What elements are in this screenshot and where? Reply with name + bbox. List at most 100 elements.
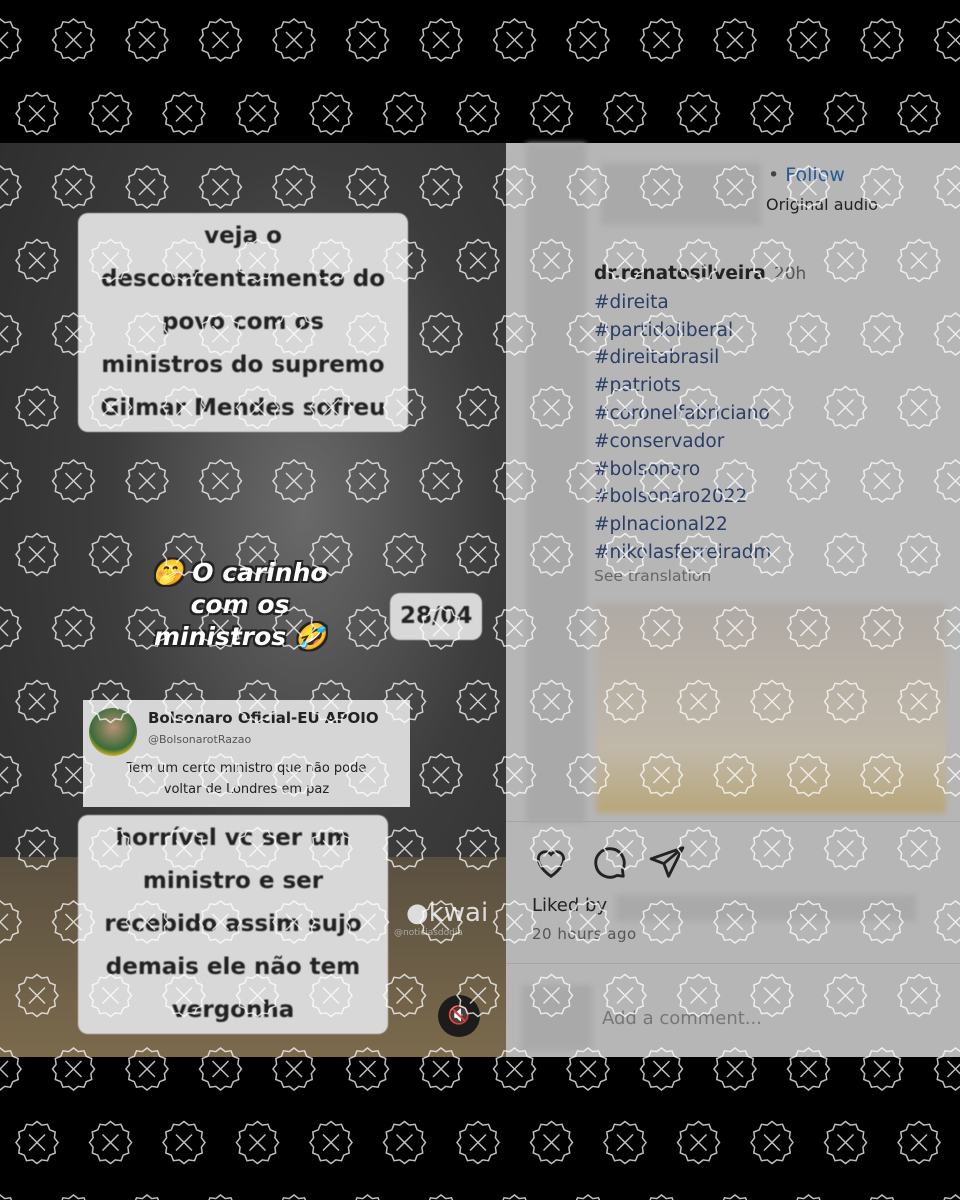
- caption-line: recebido assim sujo: [104, 911, 362, 937]
- watermark-badge-icon: [125, 18, 169, 62]
- hashtag-link[interactable]: #nikolasferreiradm: [594, 539, 806, 567]
- kwai-watermark: ●kwai @noticiasdodia: [394, 898, 489, 938]
- hashtag-link[interactable]: #plnacional22: [594, 511, 806, 539]
- watermark-badge-icon: [823, 91, 868, 136]
- watermark-badge-icon: [355, 1194, 380, 1200]
- overlay-text: 🤭 O carinho com os ministros 🤣: [140, 557, 340, 653]
- caption-username[interactable]: dr.renatosilveira: [594, 263, 766, 284]
- watermark-badge-icon: [88, 91, 133, 136]
- watermark-badge-icon: [529, 1120, 574, 1165]
- comment-icon[interactable]: [590, 843, 628, 881]
- post-caption: dr.renatosilveira 20h #direita #partidoli…: [594, 260, 806, 585]
- avatar-blurred: [526, 143, 586, 823]
- overlay-line: ministros 🤣: [153, 622, 327, 651]
- liked-by[interactable]: Liked by: [532, 895, 607, 916]
- watermark-badge-icon: [51, 18, 96, 62]
- watermark-badge-icon: [823, 1120, 868, 1165]
- watermark-badge-icon: [15, 1120, 59, 1165]
- watermark-badge-icon: [566, 18, 610, 62]
- watermark-badge-icon: [235, 91, 280, 136]
- watermark-badge-icon: [713, 18, 757, 62]
- watermark-badge-icon: [0, 1194, 13, 1200]
- watermark-badge-icon: [88, 1120, 133, 1165]
- divider: [506, 821, 960, 822]
- watermark-badge-icon: [281, 1194, 307, 1200]
- hashtag-link[interactable]: #direitabrasil: [594, 344, 806, 372]
- hashtag-link[interactable]: #bolsonaro: [594, 456, 806, 484]
- watermark-badge-icon: [419, 18, 463, 62]
- follow-button[interactable]: Follow: [785, 164, 845, 186]
- watermark-badge-icon: [529, 91, 574, 136]
- hashtag-link[interactable]: #partidoliberal: [594, 317, 806, 345]
- watermark-badge-icon: [676, 91, 721, 136]
- tweet-body: Tem um certo ministro que não pode volta…: [83, 758, 410, 800]
- watermark-badge-icon: [639, 18, 684, 62]
- watermark-badge-icon: [933, 18, 960, 62]
- original-audio-link[interactable]: Original audio: [766, 195, 878, 214]
- caption-line: vergonha: [171, 997, 295, 1023]
- watermark-badge-icon: [649, 1194, 674, 1200]
- see-translation-link[interactable]: See translation: [594, 567, 806, 585]
- caption-bottom: horrível vc ser um ministro e ser recebi…: [78, 815, 388, 1034]
- avatar: [89, 708, 137, 756]
- comment-input[interactable]: Add a comment...: [602, 1008, 762, 1029]
- watermark-badge-icon: [0, 18, 22, 62]
- watermark-badge-icon: [897, 1120, 941, 1165]
- overlay-line: 🤭 O carinho: [152, 558, 328, 587]
- watermark-badge-icon: [162, 91, 206, 136]
- watermark-badge-icon: [603, 1120, 647, 1165]
- watermark-badge-icon: [456, 1120, 500, 1165]
- username-blurred: [601, 163, 761, 225]
- caption-top: veja o descontentamento do povo com os m…: [78, 213, 408, 432]
- date-badge: 28/04: [390, 593, 483, 640]
- kwai-logo-icon: ●: [406, 898, 429, 928]
- watermark-badge-icon: [309, 91, 353, 136]
- watermark-badge-icon: [575, 1194, 601, 1200]
- hashtag-link[interactable]: #patriots: [594, 372, 806, 400]
- watermark-badge-icon: [456, 91, 500, 136]
- watermark-badge-icon: [272, 18, 316, 62]
- watermark-badge-icon: [61, 1194, 86, 1200]
- caption-line: povo com os: [162, 309, 324, 335]
- watermark-badge-icon: [869, 1194, 895, 1200]
- likers-blurred: [616, 895, 916, 921]
- divider: [506, 963, 960, 964]
- caption-line: Gilmar Mendes sofreu: [100, 395, 386, 421]
- mute-button[interactable]: 🔇: [438, 995, 480, 1037]
- speaker-muted-icon: 🔇: [447, 1005, 471, 1026]
- heart-icon[interactable]: [532, 843, 570, 881]
- post-timestamp: 20 hours ago: [532, 925, 637, 943]
- caption-line: ministro e ser: [142, 868, 324, 894]
- caption-line: horrível vc ser um: [115, 825, 351, 851]
- caption-line: veja o: [204, 223, 282, 249]
- watermark-badge-icon: [796, 1194, 821, 1200]
- watermark-badge-icon: [750, 91, 794, 136]
- post-time: 20h: [773, 264, 807, 284]
- tweet-name: Bolsonaro Oficial-EU APOIO: [148, 709, 379, 727]
- watermark-badge-icon: [382, 91, 427, 136]
- hashtag-link[interactable]: #conservador: [594, 428, 806, 456]
- user-avatar-blurred: [522, 985, 592, 1051]
- video-player[interactable]: veja o descontentamento do povo com os m…: [0, 143, 506, 1057]
- overlay-line: com os: [190, 590, 290, 619]
- watermark-badge-icon: [345, 18, 390, 62]
- caption-line: demais ele não tem: [105, 954, 361, 980]
- watermark-badge-icon: [860, 18, 904, 62]
- watermark-badge-icon: [208, 1194, 233, 1200]
- hashtag-link[interactable]: #coronelfabriciano: [594, 400, 806, 428]
- screenshot: veja o descontentamento do povo com os m…: [0, 143, 960, 1057]
- caption-line: ministros do supremo: [101, 352, 385, 378]
- hashtag-link[interactable]: #direita: [594, 289, 806, 317]
- tweet-card: Bolsonaro Oficial-EU APOIO @BolsonarotRa…: [83, 700, 410, 807]
- action-bar: [532, 843, 686, 881]
- kwai-brand: kwai: [428, 898, 489, 928]
- hashtag-link[interactable]: #bolsonaro2022: [594, 483, 806, 511]
- share-icon[interactable]: [648, 843, 686, 881]
- post-panel: • Follow Original audio dr.renatosilveir…: [506, 143, 960, 1057]
- tweet-line: voltar de Londres em paz: [163, 782, 330, 797]
- watermark-badge-icon: [897, 91, 941, 136]
- tweet-handle: @BolsonarotRazao: [148, 733, 252, 746]
- watermark-badge-icon: [676, 1120, 721, 1165]
- watermark-badge-icon: [492, 18, 537, 62]
- caption-line: descontentamento do: [100, 266, 386, 292]
